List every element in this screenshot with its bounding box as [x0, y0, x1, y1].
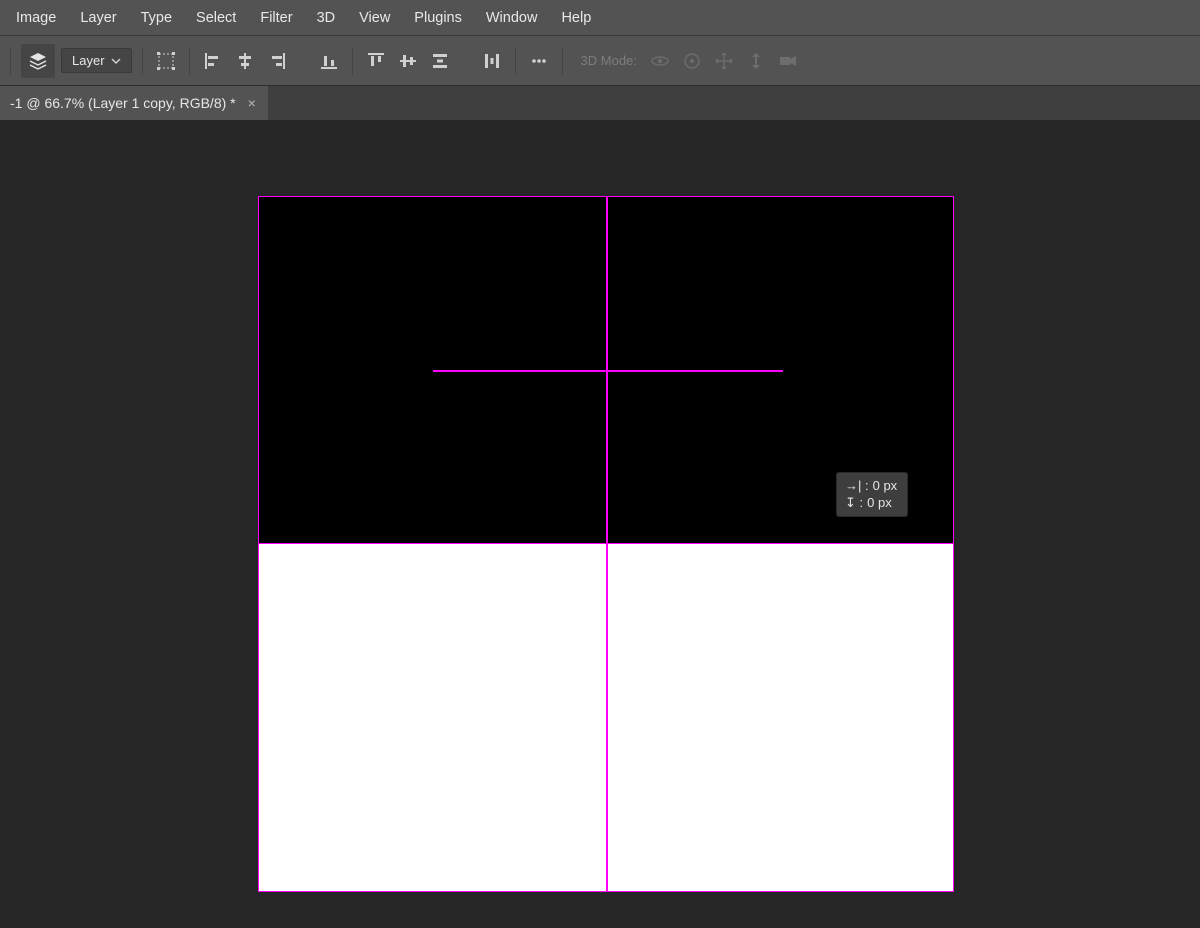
align-top-edges-icon[interactable]: [363, 48, 389, 74]
document-tab[interactable]: -1 @ 66.7% (Layer 1 copy, RGB/8) * ×: [0, 86, 268, 120]
menu-help[interactable]: Help: [549, 6, 603, 30]
show-transform-controls-icon[interactable]: [153, 48, 179, 74]
close-tab-icon[interactable]: ×: [248, 95, 256, 111]
more-options-icon[interactable]: [526, 48, 552, 74]
dy-value: 0 px: [867, 494, 892, 511]
divider: [10, 47, 11, 75]
dy-icon: ↧ :: [845, 494, 863, 511]
auto-select-layers-icon[interactable]: [21, 44, 55, 78]
align-bottom-edges-icon[interactable]: [316, 48, 342, 74]
menu-image[interactable]: Image: [4, 6, 68, 30]
align-vertical-centers-icon[interactable]: [395, 48, 421, 74]
document-tab-bar: -1 @ 66.7% (Layer 1 copy, RGB/8) * ×: [0, 86, 1200, 120]
menu-filter[interactable]: Filter: [248, 6, 304, 30]
menu-layer[interactable]: Layer: [68, 6, 128, 30]
align-target-label: Layer: [72, 53, 105, 68]
align-right-edges-icon[interactable]: [264, 48, 290, 74]
document-tab-title: -1 @ 66.7% (Layer 1 copy, RGB/8) *: [10, 95, 236, 111]
options-bar: Layer: [0, 36, 1200, 86]
distribute-horizontal-icon[interactable]: [479, 48, 505, 74]
divider: [142, 47, 143, 75]
align-horizontal-centers-icon[interactable]: [232, 48, 258, 74]
canvas-area[interactable]: →| : 0 px ↧ : 0 px: [0, 120, 1200, 928]
dx-icon: →| :: [845, 477, 869, 494]
chevron-down-icon: [111, 56, 121, 66]
divider: [352, 47, 353, 75]
3d-camera-icon[interactable]: [775, 48, 801, 74]
align-left-edges-icon[interactable]: [200, 48, 226, 74]
menu-type[interactable]: Type: [129, 6, 184, 30]
vertical-center-guide: [606, 196, 608, 892]
distribute-vertical-icon[interactable]: [427, 48, 453, 74]
3d-orbit-icon[interactable]: [647, 48, 673, 74]
menu-3d[interactable]: 3D: [305, 6, 348, 30]
menu-bar: Image Layer Type Select Filter 3D View P…: [0, 0, 1200, 36]
divider: [562, 47, 563, 75]
3d-mode-label: 3D Mode:: [581, 53, 637, 68]
3d-slide-icon[interactable]: [743, 48, 769, 74]
horizontal-snap-guide: [433, 370, 783, 372]
3d-roll-icon[interactable]: [679, 48, 705, 74]
artboard[interactable]: [258, 196, 954, 892]
divider: [515, 47, 516, 75]
menu-view[interactable]: View: [347, 6, 402, 30]
3d-pan-icon[interactable]: [711, 48, 737, 74]
menu-plugins[interactable]: Plugins: [402, 6, 474, 30]
smart-guide-readout: →| : 0 px ↧ : 0 px: [836, 472, 908, 517]
dx-value: 0 px: [873, 477, 898, 494]
menu-window[interactable]: Window: [474, 6, 550, 30]
divider: [189, 47, 190, 75]
align-target-dropdown[interactable]: Layer: [61, 48, 132, 73]
menu-select[interactable]: Select: [184, 6, 248, 30]
